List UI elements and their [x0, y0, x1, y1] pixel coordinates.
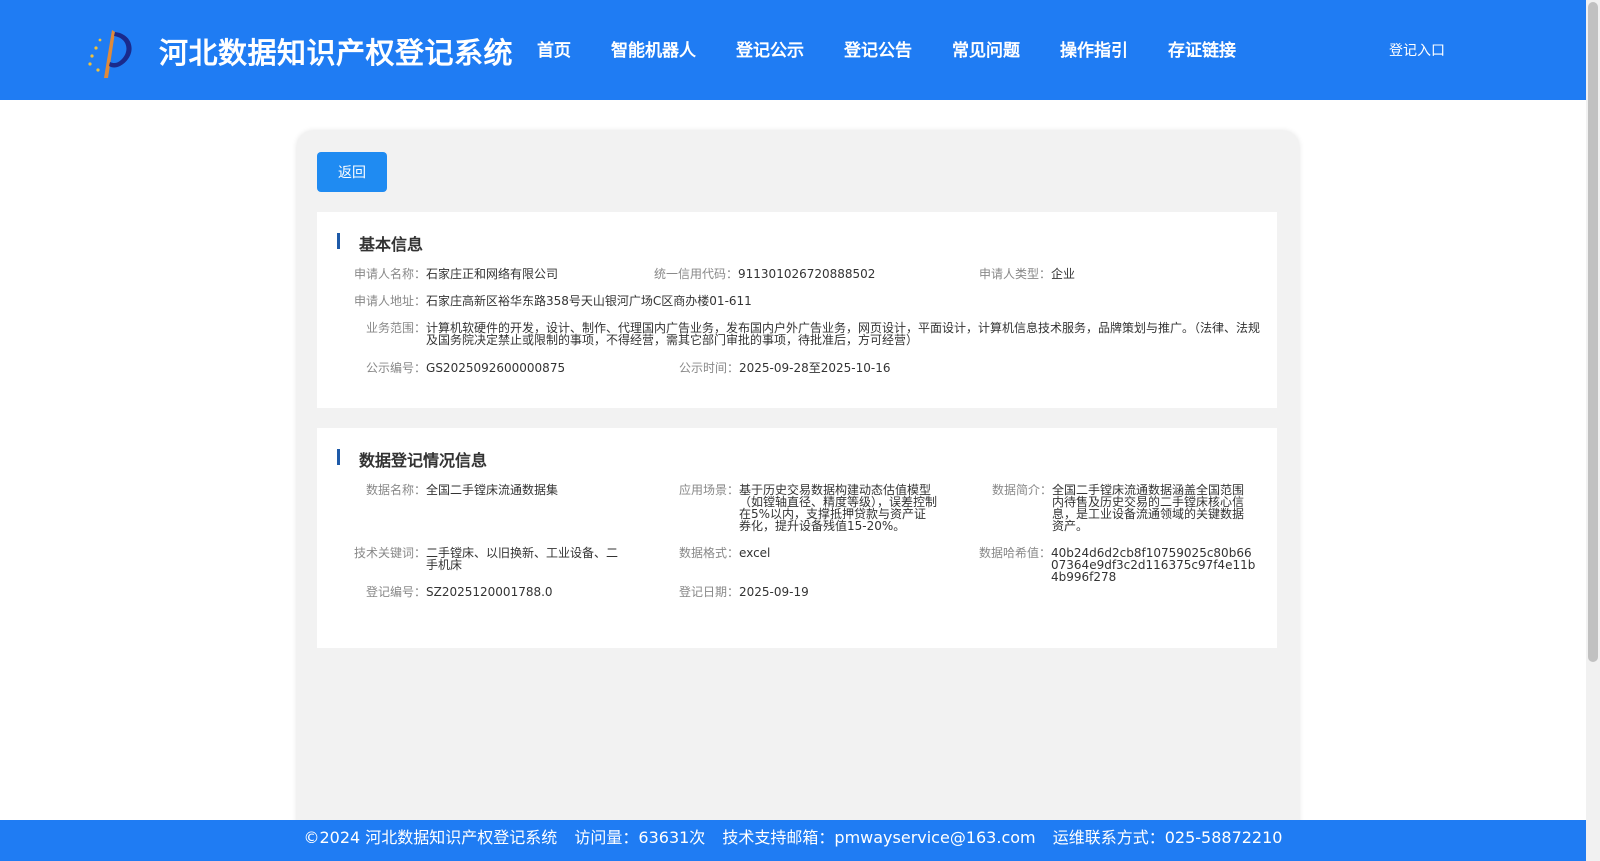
back-button[interactable]: 返回	[317, 152, 387, 192]
site-logo[interactable]	[82, 26, 136, 80]
section-marker	[337, 233, 340, 249]
field-publicity-number: 公示编号： GS2025092600000875	[366, 361, 566, 375]
footer-ops-phone: 运维联系方式：025-58872210	[1052, 828, 1283, 847]
nav-publicity[interactable]: 登记公示	[736, 36, 804, 61]
section-title: 数据登记情况信息	[359, 451, 488, 470]
field-business-scope: 业务范围： 计算机软硬件的开发，设计、制作、代理国内广告业务，发布国内户外广告业…	[366, 321, 1261, 347]
footer-copyright: ©2024 河北数据知识产权登记系统	[303, 828, 558, 847]
field-registration-number: 登记编号： SZ2025120001788.0	[366, 585, 553, 599]
footer-support-email: 技术支持邮箱：pmwayservice@163.com	[722, 828, 1036, 847]
field-data-name: 数据名称： 全国二手镗床流通数据集	[366, 483, 559, 497]
login-link[interactable]: 登记入口	[1389, 40, 1445, 60]
basic-info-section: 基本信息 申请人名称： 石家庄正和网络有限公司 统一信用代码： 91130102…	[317, 212, 1277, 408]
field-applicant-address: 申请人地址： 石家庄高新区裕华东路358号天山银河广场C区商办楼01-611	[354, 294, 752, 308]
field-applicant-name: 申请人名称： 石家庄正和网络有限公司	[354, 267, 559, 281]
field-data-hash: 数据哈希值： 40b24d6d2cb8f10759025c80b6607364e…	[979, 546, 1256, 584]
field-application-scenario: 应用场景： 基于历史交易数据构建动态估值模型（如镗轴直径、精度等级），误差控制在…	[679, 483, 938, 533]
field-publicity-time: 公示时间： 2025-09-28至2025-10-16	[679, 361, 891, 375]
detail-panel: 返回 基本信息 申请人名称： 石家庄正和网络有限公司 统一信用代码： 91130…	[297, 131, 1299, 861]
nav-guide[interactable]: 操作指引	[1060, 36, 1128, 61]
top-header: 河北数据知识产权登记系统 首页 智能机器人 登记公示 登记公告 常见问题 操作指…	[0, 0, 1586, 100]
main-nav: 首页 智能机器人 登记公示 登记公告 常见问题 操作指引 存证链接	[537, 36, 1236, 61]
data-registration-section: 数据登记情况信息 数据名称： 全国二手镗床流通数据集 应用场景： 基于历史交易数…	[317, 428, 1277, 648]
nav-robot[interactable]: 智能机器人	[611, 36, 696, 61]
site-title: 河北数据知识产权登记系统	[159, 36, 514, 70]
field-data-summary: 数据简介： 全国二手镗床流通数据涵盖全国范围内待售及历史交易的二手镗床核心信息，…	[992, 483, 1245, 533]
field-tech-keywords: 技术关键词： 二手镗床、以旧换新、工业设备、二手机床	[354, 546, 619, 572]
field-credit-code: 统一信用代码： 911301026720888502	[654, 267, 876, 281]
nav-announcement[interactable]: 登记公告	[844, 36, 912, 61]
page-footer: ©2024 河北数据知识产权登记系统 访问量：63631次 技术支持邮箱：pmw…	[0, 820, 1586, 861]
section-title: 基本信息	[359, 235, 424, 254]
footer-visits: 访问量：63631次	[574, 828, 706, 847]
section-marker	[337, 449, 340, 465]
scrollbar-thumb[interactable]	[1588, 2, 1598, 662]
page-scrollbar[interactable]	[1586, 0, 1600, 861]
field-registration-date: 登记日期： 2025-09-19	[679, 585, 809, 599]
nav-home[interactable]: 首页	[537, 36, 571, 61]
nav-evidence-link[interactable]: 存证链接	[1168, 36, 1236, 61]
field-applicant-type: 申请人类型： 企业	[979, 267, 1076, 281]
nav-faq[interactable]: 常见问题	[952, 36, 1020, 61]
field-data-format: 数据格式： excel	[679, 546, 771, 560]
